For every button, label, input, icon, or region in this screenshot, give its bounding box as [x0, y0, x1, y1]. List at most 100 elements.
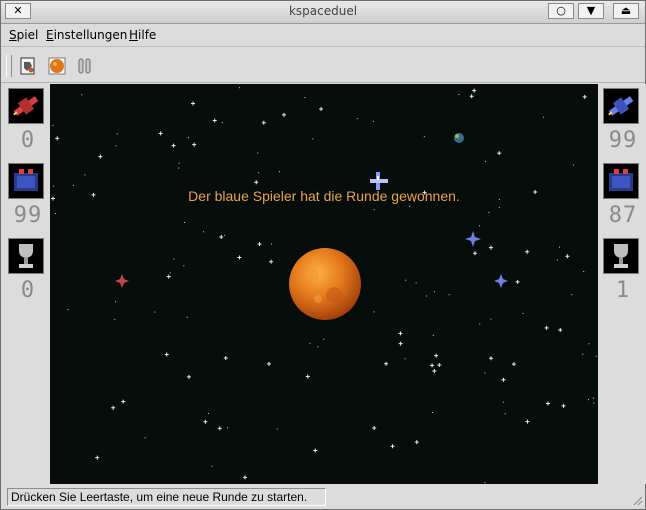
star [55, 136, 60, 141]
star [502, 401, 504, 403]
star [184, 221, 186, 223]
star [432, 369, 437, 374]
star [556, 259, 558, 261]
star [67, 309, 69, 311]
star [588, 343, 590, 345]
shade-icon: ⏏ [620, 4, 632, 17]
star [276, 428, 278, 430]
status-bar: Drücken Sie Leertaste, um eine neue Rund… [1, 486, 645, 508]
right-wins-icon [603, 238, 639, 274]
star [257, 152, 259, 154]
star [593, 397, 595, 399]
star [309, 342, 311, 344]
app-window: ✕ kspaceduel ○ ▼ ⏏ Spiel Einstellungen H… [0, 0, 646, 510]
star [183, 265, 185, 267]
star [52, 124, 54, 126]
maximize-button[interactable]: ▼ [578, 3, 604, 19]
star [373, 209, 375, 211]
star [154, 311, 156, 313]
star [488, 245, 493, 250]
menu-spiel[interactable]: Spiel [9, 28, 38, 42]
star [497, 151, 502, 156]
star [582, 353, 584, 355]
star [469, 94, 474, 99]
star [587, 399, 589, 401]
game-arena[interactable]: Der blaue Spieler hat die Runde gewonnen… [50, 84, 598, 484]
star [571, 294, 573, 296]
menu-bar: Spiel Einstellungen Hilfe [1, 24, 645, 47]
star [243, 475, 248, 480]
star [115, 301, 117, 303]
star [488, 356, 493, 361]
star [561, 403, 566, 408]
star [432, 334, 434, 336]
star [423, 136, 425, 138]
star [121, 399, 126, 404]
star [261, 120, 266, 125]
right-ship-icon [603, 88, 639, 124]
star [203, 419, 208, 424]
star [224, 234, 226, 236]
minimize-button[interactable]: ○ [548, 3, 574, 19]
star [522, 312, 524, 314]
star [430, 363, 435, 368]
star [98, 154, 103, 159]
new-round-icon[interactable] [18, 56, 38, 76]
star [237, 255, 242, 260]
toolbar-grip[interactable] [6, 55, 12, 77]
star [95, 455, 100, 460]
star [458, 94, 460, 96]
star [558, 246, 560, 248]
star [501, 377, 506, 382]
star [415, 282, 417, 284]
star [323, 338, 325, 340]
star [414, 440, 419, 445]
star [404, 358, 406, 360]
left-player-panel: 0 99 0 [5, 84, 51, 484]
right-player-panel: 99 87 1 [600, 84, 646, 484]
star [211, 465, 213, 467]
star [398, 341, 403, 346]
right-wins-display: 1 [615, 278, 631, 303]
star [433, 291, 435, 293]
star [84, 174, 86, 176]
resize-grip-icon[interactable] [631, 494, 643, 506]
star [437, 363, 442, 368]
star [498, 207, 500, 209]
star [171, 143, 176, 148]
star [543, 116, 545, 118]
star [434, 353, 439, 358]
debris-1 [465, 231, 481, 247]
star [281, 112, 286, 117]
star [313, 448, 318, 453]
star [595, 355, 597, 357]
star [81, 94, 83, 96]
title-bar[interactable]: ✕ kspaceduel ○ ▼ ⏏ [1, 1, 645, 24]
right-hitpoints-display: 99 [608, 128, 638, 153]
star [504, 413, 506, 415]
star [166, 274, 171, 279]
star [178, 162, 180, 164]
pause-icon[interactable] [75, 56, 95, 76]
star [238, 87, 240, 89]
star [405, 279, 407, 281]
star [115, 145, 117, 147]
star [472, 88, 477, 93]
star [372, 425, 377, 430]
star [525, 419, 530, 424]
new-game-icon[interactable] [47, 56, 67, 76]
star [144, 437, 146, 439]
minimize-icon: ○ [556, 4, 566, 17]
left-energy-display: 99 [13, 203, 43, 228]
left-ship-icon [8, 88, 44, 124]
star [173, 258, 175, 260]
star [178, 167, 180, 169]
star [490, 318, 492, 320]
menu-einstellungen[interactable]: Einstellungen [46, 28, 127, 42]
star [425, 295, 427, 297]
shade-button[interactable]: ⏏ [613, 3, 639, 19]
star [409, 205, 411, 207]
star [565, 254, 570, 259]
star [356, 118, 358, 120]
menu-hilfe[interactable]: Hilfe [129, 28, 156, 42]
